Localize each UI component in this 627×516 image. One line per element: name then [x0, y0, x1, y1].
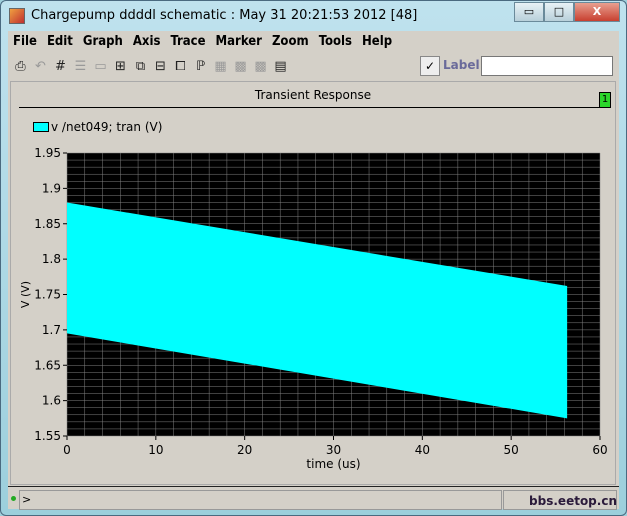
status-led-icon — [11, 496, 16, 501]
zoom-out-icon[interactable]: ⧠ — [172, 58, 189, 75]
x-tick-label: 20 — [237, 443, 252, 457]
minimize-button[interactable]: ▭ — [514, 2, 544, 22]
label-checkbox[interactable]: ✓ — [420, 56, 440, 76]
grid-icon[interactable]: # — [52, 58, 69, 75]
menu-marker[interactable]: Marker — [211, 31, 267, 51]
app-icon — [9, 8, 25, 24]
window-title: Chargepump ddddl schematic : May 31 20:2… — [31, 8, 418, 23]
split-icon[interactable]: ⊞ — [112, 58, 129, 75]
watermark: bbs.eetop.cn — [529, 494, 617, 508]
x-tick-label: 30 — [326, 443, 341, 457]
table-icon[interactable]: ▦ — [212, 58, 229, 75]
print-icon[interactable]: ⎙ — [12, 58, 29, 75]
menu-axis[interactable]: Axis — [128, 31, 166, 51]
toolbar: ⎙ ↶ # ☰ ▭ ⊞ ⧉ ⊟ ⧠ ℙ ▦ ▩ ▩ ▤ ✓ Label — [8, 53, 619, 79]
x-tick-label: 10 — [148, 443, 163, 457]
x-tick-label: 50 — [504, 443, 519, 457]
close-button[interactable]: X — [574, 2, 620, 22]
status-bar: > bbs.eetop.cn — [8, 486, 619, 510]
menu-help[interactable]: Help — [357, 31, 397, 51]
y-tick-label: 1.95 — [34, 146, 61, 160]
x-tick-label: 40 — [415, 443, 430, 457]
menu-graph[interactable]: Graph — [78, 31, 128, 51]
title-bar: Chargepump ddddl schematic : May 31 20:2… — [9, 5, 417, 27]
y-tick-label: 1.65 — [34, 358, 61, 372]
menu-trace[interactable]: Trace — [165, 31, 210, 51]
label-input[interactable] — [481, 56, 613, 76]
command-input[interactable]: > — [19, 490, 502, 510]
menu-bar: File Edit Graph Axis Trace Marker Zoom T… — [8, 31, 619, 51]
menu-tools[interactable]: Tools — [314, 31, 357, 51]
app-window: Chargepump ddddl schematic : May 31 20:2… — [0, 0, 627, 516]
graph-panel: Transient Response 1 v /net049; tran (V)… — [10, 81, 616, 485]
menu-file[interactable]: File — [8, 31, 42, 51]
label-text: Label — [443, 58, 480, 72]
undo-icon[interactable]: ↶ — [32, 58, 49, 75]
y-tick-label: 1.7 — [42, 323, 61, 337]
marker-icon[interactable]: ℙ — [192, 58, 209, 75]
x-tick-label: 60 — [592, 443, 607, 457]
x-axis-label: time (us) — [306, 457, 360, 471]
fit-icon[interactable]: ⊟ — [152, 58, 169, 75]
maximize-button[interactable]: □ — [544, 2, 574, 22]
y-tick-label: 1.9 — [42, 181, 61, 195]
y-tick-label: 1.6 — [42, 394, 61, 408]
menu-zoom[interactable]: Zoom — [267, 31, 314, 51]
y-tick-label: 1.75 — [34, 288, 61, 302]
calculator-icon[interactable]: ▤ — [272, 58, 289, 75]
client-area: File Edit Graph Axis Trace Marker Zoom T… — [8, 31, 619, 510]
hatch-icon[interactable]: ▩ — [232, 58, 249, 75]
strips-icon[interactable]: ☰ — [72, 58, 89, 75]
zoom-in-icon[interactable]: ⧉ — [132, 58, 149, 75]
menu-edit[interactable]: Edit — [42, 31, 78, 51]
y-tick-label: 1.8 — [42, 252, 61, 266]
overlay-icon[interactable]: ▭ — [92, 58, 109, 75]
hatch2-icon[interactable]: ▩ — [252, 58, 269, 75]
x-tick-label: 0 — [63, 443, 71, 457]
plot-svg[interactable]: 0 10 20 30 40 50 60 1.55 1.6 1.65 1.7 1.75 1.8 1.85 1.… — [11, 82, 615, 484]
y-tick-label: 1.85 — [34, 217, 61, 231]
y-axis-label: V (V) — [19, 281, 32, 308]
y-tick-label: 1.55 — [34, 429, 61, 443]
